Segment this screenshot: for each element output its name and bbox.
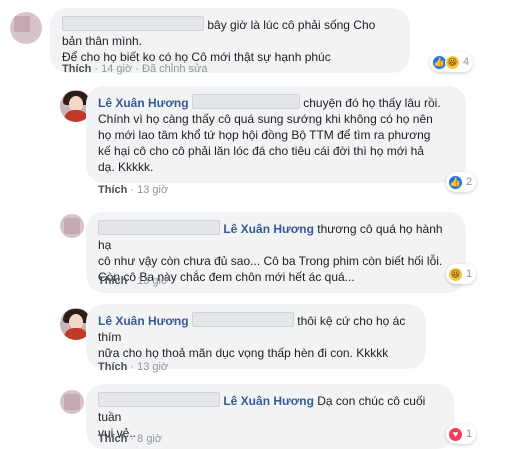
author-name[interactable]: Lê Xuân Hương [98, 314, 189, 328]
reaction-summary[interactable]: ♥ 1 [446, 424, 477, 444]
reaction-summary[interactable]: 👍 2 [446, 172, 477, 192]
like-link[interactable]: Thích [98, 361, 127, 373]
separator: · [130, 184, 135, 196]
redacted-name [62, 16, 204, 31]
reaction-summary[interactable]: 😆 1 [446, 264, 477, 284]
like-link[interactable]: Thích [62, 63, 91, 75]
avatar[interactable] [60, 214, 84, 238]
comment-text-line2: Chính vì họ càng thấy cô quá sung sướng … [98, 112, 433, 126]
separator: · [130, 433, 135, 445]
comment-text-line1: chuyện đó họ thấy lâu rồi. [303, 96, 441, 110]
separator: · [130, 275, 135, 287]
comment-text-line2: cô như vậy còn chưa đủ sao... Cô ba Tron… [98, 254, 443, 268]
separator: · [135, 63, 139, 75]
comment-actions: Thích · 13 giờ [98, 360, 168, 374]
comment-text-line5: dạ. Kkkkk. [98, 160, 154, 174]
author-name[interactable]: Lê Xuân Hương [223, 394, 314, 408]
love-icon: ♥ [448, 426, 463, 442]
timestamp[interactable]: 13 giờ [137, 361, 168, 373]
separator: · [94, 63, 99, 75]
comment-text-line3: họ mới lao tâm khổ tứ họp hội đồng Bộ TT… [98, 128, 431, 142]
like-icon: 👍 [448, 174, 463, 190]
redacted-name [191, 312, 294, 327]
avatar[interactable] [10, 12, 42, 44]
comment-actions: Thích · 13 giờ [98, 183, 168, 197]
haha-icon: 😆 [445, 54, 460, 70]
comment-bubble: Lê Xuân Hương chuyện đó họ thấy lâu rồi.… [86, 86, 466, 183]
reaction-count: 2 [466, 176, 473, 188]
timestamp[interactable]: 14 giờ [101, 63, 132, 75]
reaction-summary[interactable]: 👍 😆 4 [430, 52, 474, 72]
author-name[interactable]: Lê Xuân Hương [223, 222, 314, 236]
like-link[interactable]: Thích [98, 184, 127, 196]
comment-text-line2: nữa cho họ thoả mãn dục vọng thấp hèn đi… [98, 346, 389, 360]
separator: · [130, 361, 135, 373]
timestamp[interactable]: 8 giờ [137, 433, 162, 445]
comment-actions: Thích · 13 giờ [98, 274, 168, 288]
like-link[interactable]: Thích [98, 433, 127, 445]
edited-label[interactable]: Đã chỉnh sửa [142, 63, 207, 75]
reaction-count: 1 [466, 428, 473, 440]
redacted-name [98, 392, 220, 407]
redacted-name [98, 220, 220, 235]
avatar[interactable] [60, 390, 84, 414]
haha-icon: 😆 [448, 266, 463, 282]
redacted-name [191, 94, 300, 109]
timestamp[interactable]: 13 giờ [137, 275, 168, 287]
timestamp[interactable]: 13 giờ [137, 184, 168, 196]
comment-actions: Thích · 8 giờ [98, 432, 162, 446]
reaction-count: 4 [463, 56, 470, 68]
author-name[interactable]: Lê Xuân Hương [98, 96, 189, 110]
comment-actions: Thích · 14 giờ · Đã chỉnh sửa [62, 62, 207, 76]
comment-text-line4: kế hại cô cho cô phải lăn lóc đá cho tiê… [98, 144, 424, 158]
reaction-count: 1 [466, 268, 473, 280]
like-link[interactable]: Thích [98, 275, 127, 287]
